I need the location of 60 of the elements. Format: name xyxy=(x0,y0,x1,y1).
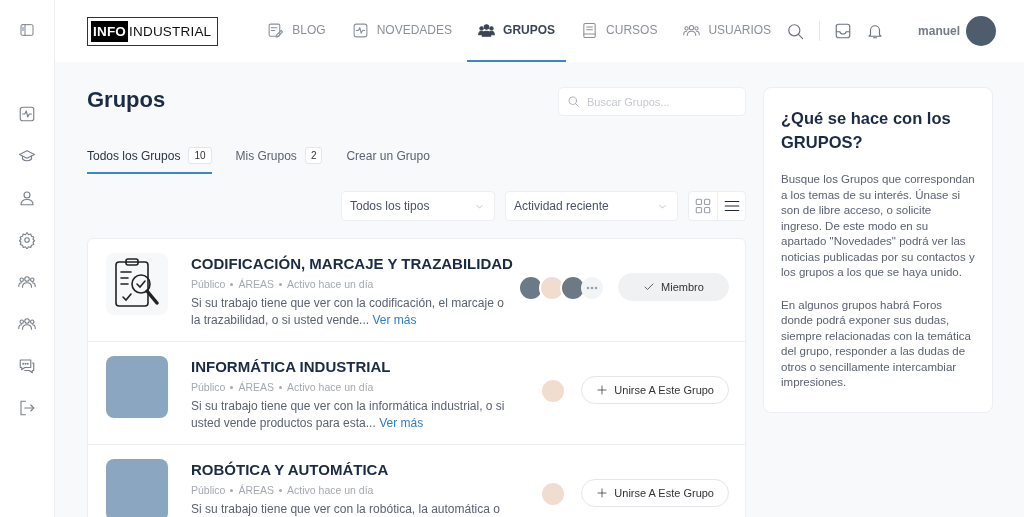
privacy-label: Público xyxy=(191,484,226,496)
search-icon xyxy=(567,95,580,108)
info-title: ¿Qué se hace con los GRUPOS? xyxy=(781,108,952,153)
chat-icon[interactable] xyxy=(18,357,36,375)
user-avatar[interactable] xyxy=(966,16,997,46)
group-tab[interactable]: Todos los Grupos 10 xyxy=(87,141,212,174)
book-icon xyxy=(581,21,599,39)
users-icon[interactable] xyxy=(18,315,36,333)
group-description: Si su trabajo tiene que ver con la informática industrial, o si usted vende productos para esta... Ver más xyxy=(191,398,506,432)
count-badge: 10 xyxy=(188,147,212,164)
pulse-icon[interactable] xyxy=(18,105,36,123)
nav-tab[interactable]: GRUPOS xyxy=(467,0,567,62)
inbox-icon[interactable] xyxy=(834,22,853,40)
join-group-button[interactable]: Unirse A Este Grupo xyxy=(581,479,729,507)
category-label: ÁREAS xyxy=(238,484,275,496)
sidebar-toggle-icon[interactable] xyxy=(19,22,35,38)
group-icon xyxy=(478,21,496,39)
grid-icon xyxy=(694,197,712,215)
group-tab[interactable]: Mis Grupos 2 xyxy=(235,141,323,174)
plus-icon xyxy=(596,384,609,396)
page-title: Grupos xyxy=(87,87,166,113)
plus-icon xyxy=(596,487,609,499)
users-icon[interactable] xyxy=(18,273,36,291)
join-group-button[interactable]: Unirse A Este Grupo xyxy=(581,376,729,404)
read-more-link[interactable]: Ver más xyxy=(372,313,417,327)
check-icon xyxy=(643,281,656,293)
activity-label: Activo hace un día xyxy=(287,484,374,496)
search-icon[interactable] xyxy=(786,21,806,41)
user-icon[interactable] xyxy=(18,189,36,207)
filter-dropdown[interactable]: Todos los tipos xyxy=(341,191,495,221)
activity-label: Activo hace un día xyxy=(287,381,374,393)
group-image[interactable] xyxy=(106,253,168,315)
count-badge: 2 xyxy=(304,147,323,164)
settings-icon[interactable] xyxy=(18,231,36,249)
read-more-link[interactable]: Ver más xyxy=(379,416,424,430)
member-avatar[interactable] xyxy=(560,275,586,301)
group-description: Si su trabajo tiene que ver con la codificación, el marcaje o la trazabilidad, o si usted vende... Ver más xyxy=(191,295,505,329)
pulse-icon xyxy=(351,21,369,39)
filter-dropdown[interactable]: Actividad reciente xyxy=(505,191,678,221)
group-tab[interactable]: Crear un Grupo xyxy=(346,141,430,174)
group-title[interactable]: ROBÓTICA Y AUTOMÁTICA xyxy=(191,461,521,478)
pencil-note-icon xyxy=(267,21,285,39)
group-description: Si su trabajo tiene que ver con la robótica, la automática o xyxy=(191,501,501,517)
more-members-icon[interactable] xyxy=(581,277,603,299)
user-name[interactable]: manuel xyxy=(918,24,961,38)
group-title[interactable]: CODIFICACIÓN, MARCAJE Y TRAZABILIDAD xyxy=(191,255,521,272)
info-paragraph: Busque los Grupos que correspondan a los temas de su interés. Únase si son de libre acceso, o solicite ingreso. De este modo en su apartado "Novedades" podrá ver las noticias publicadas por su contactos y los grupos a los que se haya unido. xyxy=(781,172,975,280)
category-label: ÁREAS xyxy=(238,381,275,393)
privacy-label: Público xyxy=(191,381,226,393)
privacy-label: Público xyxy=(191,278,226,290)
info-paragraph: En algunos grupos habrá Foros donde podrá exponer sus dudas, siempre relacionadas con la temática del grupo, responder a las dudas de otros o sencillamente intercambiar impresiones. xyxy=(781,297,972,390)
group-title[interactable]: INFORMÁTICA INDUSTRIAL xyxy=(191,358,521,375)
activity-label: Activo hace un día xyxy=(287,278,374,290)
member-avatar[interactable] xyxy=(518,275,544,301)
site-logo[interactable]: INFO INDUSTRIAL xyxy=(87,16,219,46)
category-label: ÁREAS xyxy=(238,278,275,290)
bell-icon[interactable] xyxy=(866,22,885,40)
search-field[interactable]: Buscar Grupos... xyxy=(558,87,746,116)
member-button[interactable]: Miembro xyxy=(618,273,729,301)
logout-icon[interactable] xyxy=(18,399,36,417)
